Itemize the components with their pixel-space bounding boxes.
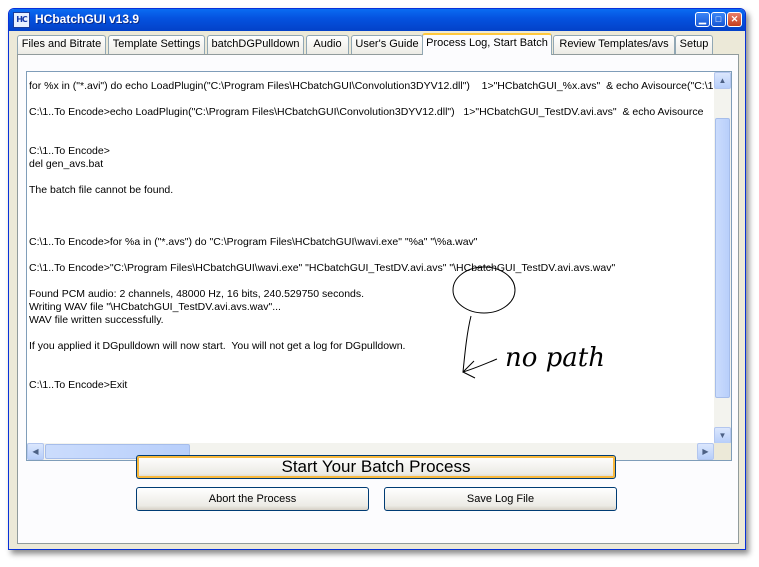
scroll-right-icon[interactable]: ▶ (697, 443, 714, 460)
tab-files-and-bitrate[interactable]: Files and Bitrate (17, 35, 106, 54)
minimize-icon[interactable]: ▁ (695, 12, 710, 27)
log-line: C:\1..To Encode> (29, 145, 110, 157)
log-line: C:\1..To Encode>Exit (29, 379, 128, 391)
tab-process-log-start-batch[interactable]: Process Log, Start Batch (422, 33, 552, 55)
log-line: If you applied it DGpulldown will now st… (29, 340, 406, 352)
tab-batch-dgpulldown[interactable]: batchDGPulldown (207, 35, 304, 54)
log-line: Found PCM audio: 2 channels, 48000 Hz, 1… (29, 288, 365, 300)
save-log-button[interactable]: Save Log File (384, 487, 617, 511)
log-line: WAV file written successfully. (29, 314, 164, 326)
start-batch-button[interactable]: Start Your Batch Process (136, 455, 616, 479)
tab-template-settings[interactable]: Template Settings (108, 35, 205, 54)
app-window: HC HCbatchGUI v13.9 ▁ □ ✕ Files and Bitr… (8, 8, 746, 550)
close-icon[interactable]: ✕ (727, 12, 742, 27)
scroll-down-icon[interactable]: ▼ (714, 427, 731, 444)
tab-setup[interactable]: Setup (675, 35, 713, 54)
tab-panel: for %x in ("*.avi") do echo LoadPlugin("… (17, 54, 739, 544)
window-title: HCbatchGUI v13.9 (35, 12, 140, 26)
log-line: del gen_avs.bat (29, 158, 104, 170)
scroll-up-icon[interactable]: ▲ (714, 72, 731, 89)
log-line: C:\1..To Encode>for %a in ("*.avs") do "… (29, 236, 478, 248)
log-line: The batch file cannot be found. (29, 184, 174, 196)
log-line: for %x in ("*.avi") do echo LoadPlugin("… (29, 80, 713, 92)
log-line: C:\1..To Encode>"C:\Program Files\HCbatc… (29, 262, 616, 274)
scroll-corner (714, 443, 731, 460)
scroll-left-icon[interactable]: ◀ (27, 443, 44, 460)
title-bar[interactable]: HC HCbatchGUI v13.9 ▁ □ ✕ (9, 9, 745, 31)
log-line: Writing WAV file "\HCbatchGUI_TestDV.avi… (29, 301, 281, 313)
tab-review-templates[interactable]: Review Templates/avs (553, 35, 675, 54)
app-logo-icon: HC (13, 12, 30, 28)
tab-users-guide[interactable]: User's Guide (351, 35, 423, 54)
maximize-icon[interactable]: □ (711, 12, 726, 27)
abort-button[interactable]: Abort the Process (136, 487, 369, 511)
log-text: for %x in ("*.avi") do echo LoadPlugin("… (29, 74, 713, 438)
log-line: C:\1..To Encode>echo LoadPlugin("C:\Prog… (29, 106, 704, 118)
vertical-scroll-thumb[interactable] (715, 118, 730, 398)
tab-audio[interactable]: Audio (306, 35, 349, 54)
process-log[interactable]: for %x in ("*.avi") do echo LoadPlugin("… (26, 71, 732, 461)
vertical-scrollbar[interactable]: ▲ ▼ (714, 72, 731, 444)
